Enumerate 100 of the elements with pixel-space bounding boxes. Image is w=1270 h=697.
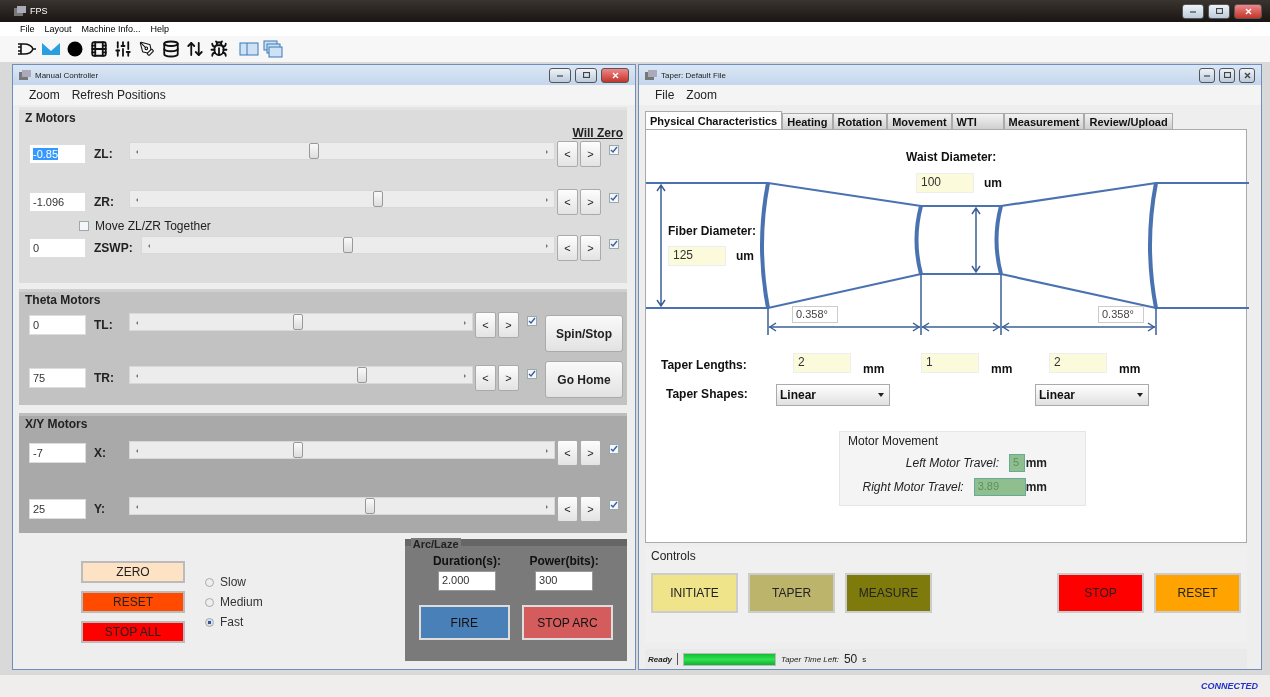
bug-icon[interactable]: [208, 38, 230, 60]
action-button[interactable]: STOP: [1057, 573, 1144, 613]
tab[interactable]: Heating: [782, 113, 833, 129]
minimize-button[interactable]: [1199, 67, 1215, 83]
window-title: Manual Controller: [35, 70, 99, 80]
maximize-button[interactable]: [1219, 67, 1235, 83]
group-title: Arc/Laze: [410, 538, 461, 550]
step-button[interactable]: >: [580, 440, 601, 466]
menu-item[interactable]: File: [655, 88, 675, 102]
position-field[interactable]: 75: [29, 368, 86, 388]
close-button[interactable]: [601, 67, 629, 83]
slider[interactable]: [129, 497, 555, 515]
close-button[interactable]: [1234, 3, 1262, 19]
action-button[interactable]: INITIATE: [651, 573, 738, 613]
step-button[interactable]: <: [557, 440, 578, 466]
field-label: Right Motor Travel:: [861, 480, 964, 494]
menu-item[interactable]: Machine Info...: [81, 24, 141, 34]
checkbox[interactable]: [609, 444, 619, 454]
checkbox[interactable]: [609, 145, 619, 155]
slider-thumb[interactable]: [308, 143, 319, 159]
slider-thumb[interactable]: [292, 442, 303, 458]
maximize-button[interactable]: [575, 67, 597, 83]
input-field[interactable]: 2: [793, 353, 851, 373]
action-button[interactable]: STOP ARC: [521, 605, 613, 640]
input-field[interactable]: 300: [535, 571, 594, 591]
app-icon: [19, 70, 31, 80]
radio-button[interactable]: [205, 577, 214, 587]
step-button[interactable]: >: [580, 235, 601, 261]
slider[interactable]: [129, 441, 555, 459]
dropdown[interactable]: Linear: [776, 384, 890, 406]
action-button[interactable]: Spin/Stop: [545, 315, 623, 352]
input-field[interactable]: 2: [1049, 353, 1107, 373]
position-field[interactable]: 0: [29, 315, 86, 335]
checkbox[interactable]: [79, 221, 89, 231]
step-button[interactable]: <: [557, 235, 578, 261]
step-button[interactable]: >: [498, 365, 519, 391]
maximize-button[interactable]: [1208, 3, 1230, 19]
slider-thumb[interactable]: [342, 237, 353, 253]
step-button[interactable]: <: [557, 496, 578, 522]
checkbox[interactable]: [527, 369, 537, 379]
step-button[interactable]: <: [475, 312, 496, 338]
slider[interactable]: [129, 142, 555, 160]
checkbox[interactable]: [609, 500, 619, 510]
stacked-windows-icon[interactable]: [262, 38, 284, 60]
menu-item[interactable]: Help: [150, 24, 170, 34]
action-button[interactable]: ZERO: [81, 561, 185, 583]
tab[interactable]: Movement: [887, 113, 952, 129]
slider[interactable]: [129, 190, 555, 208]
action-button[interactable]: STOP ALL: [81, 621, 185, 643]
step-button[interactable]: <: [557, 141, 578, 167]
position-field[interactable]: -1.096: [29, 192, 86, 212]
action-button[interactable]: FIRE: [418, 605, 510, 640]
position-field[interactable]: 0: [29, 238, 86, 258]
menu-item[interactable]: Refresh Positions: [71, 88, 166, 102]
tab[interactable]: Physical Characteristics: [645, 111, 783, 129]
step-button[interactable]: <: [475, 365, 496, 391]
step-button[interactable]: >: [498, 312, 519, 338]
input-field[interactable]: 2.000: [437, 571, 496, 591]
tab[interactable]: WTI: [951, 113, 1004, 129]
menu-item[interactable]: Zoom: [29, 88, 60, 102]
action-button[interactable]: RESET: [1154, 573, 1241, 613]
tab[interactable]: Measurement: [1003, 113, 1085, 129]
checkbox[interactable]: [527, 316, 537, 326]
slider-thumb[interactable]: [357, 367, 368, 383]
unit-label: mm: [991, 362, 1013, 376]
step-button[interactable]: >: [580, 189, 601, 215]
action-button[interactable]: MEASURE: [845, 573, 932, 613]
checkbox[interactable]: [609, 239, 619, 249]
radio-button[interactable]: [205, 617, 214, 627]
dropdown[interactable]: Linear: [1035, 384, 1149, 406]
minimize-button[interactable]: [549, 67, 571, 83]
checkbox[interactable]: [609, 193, 619, 203]
step-button[interactable]: <: [557, 189, 578, 215]
slider-thumb[interactable]: [373, 191, 384, 207]
tab[interactable]: Rotation: [832, 113, 888, 129]
slider[interactable]: [140, 236, 555, 254]
menu-item[interactable]: File: [20, 24, 35, 34]
menu-item[interactable]: Layout: [44, 24, 72, 34]
step-button[interactable]: >: [580, 141, 601, 167]
close-button[interactable]: [1239, 67, 1255, 83]
slider[interactable]: [129, 366, 473, 384]
position-field[interactable]: -7: [29, 443, 86, 463]
action-button[interactable]: Go Home: [545, 361, 623, 398]
slider-thumb[interactable]: [365, 498, 376, 514]
step-button[interactable]: >: [580, 496, 601, 522]
action-button[interactable]: TAPER: [748, 573, 835, 613]
database-icon[interactable]: [160, 38, 182, 60]
position-field[interactable]: 25: [29, 499, 86, 519]
menu-item[interactable]: Zoom: [686, 88, 718, 102]
input-field[interactable]: 125: [668, 246, 726, 266]
tab[interactable]: Review/Upload: [1084, 113, 1173, 129]
action-button[interactable]: RESET: [81, 591, 185, 613]
input-field[interactable]: 1: [921, 353, 979, 373]
radio-button[interactable]: [205, 597, 214, 607]
field-label: Power(bits):: [529, 554, 599, 568]
minimize-button[interactable]: [1182, 3, 1204, 19]
film-icon[interactable]: [88, 38, 110, 60]
slider[interactable]: [129, 313, 473, 331]
slider-thumb[interactable]: [292, 314, 303, 330]
input-field[interactable]: 100: [916, 173, 974, 193]
